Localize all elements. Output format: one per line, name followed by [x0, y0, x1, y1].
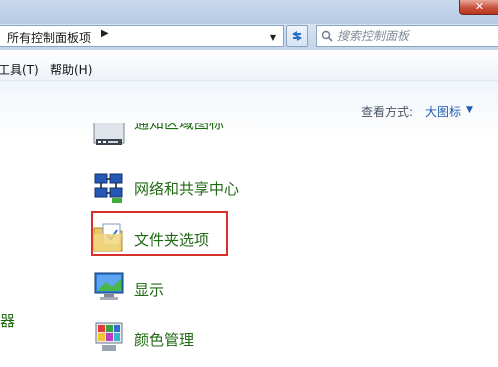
folder-options-icon [93, 223, 123, 252]
item-label: 文件夹选项 [134, 231, 210, 249]
close-icon: ✕ [474, 0, 485, 13]
notification-area-icon [93, 123, 125, 145]
search-icon [321, 30, 333, 42]
item-notification-area-icons[interactable]: 通知区域图标 [92, 123, 352, 157]
menu-tools[interactable]: 工具(T) [0, 61, 39, 78]
refresh-button[interactable] [286, 25, 308, 47]
view-by-caret-icon[interactable]: ▼ [466, 105, 473, 115]
refresh-icon [292, 31, 302, 41]
close-button[interactable]: ✕ [459, 0, 498, 15]
left-column-item-label[interactable]: 器 [0, 310, 15, 331]
item-folder-options[interactable]: 文件夹选项 [92, 220, 352, 260]
item-label: 网络和共享中心 [134, 180, 240, 198]
item-display[interactable]: 显示 [92, 270, 352, 310]
item-label: 通知区域图标 [134, 123, 225, 132]
navigation-bar: 所有控制面板项 ▶ ▼ [0, 24, 498, 50]
display-icon [94, 272, 124, 300]
item-label: 颜色管理 [134, 331, 195, 349]
view-by-label: 查看方式: [361, 105, 414, 119]
content-area: 查看方式: 大图标 ▼ 器 通知区域图标 网络和共享中心 文件夹选项 显示 颜色… [0, 81, 498, 367]
search-input[interactable] [337, 27, 495, 45]
search-box[interactable] [316, 25, 498, 47]
breadcrumb-arrow-icon[interactable]: ▶ [101, 28, 109, 39]
window-title-bar: ✕ [0, 0, 498, 24]
view-by-dropdown[interactable]: 大图标 [425, 103, 461, 120]
address-history-dropdown-icon[interactable]: ▼ [266, 30, 280, 44]
breadcrumb-all-control-panel-items[interactable]: 所有控制面板项 [7, 29, 91, 46]
menu-bar: 工具(T) 帮助(H) [0, 56, 498, 81]
color-management-icon [95, 322, 123, 351]
menu-help[interactable]: 帮助(H) [50, 61, 92, 78]
item-network-sharing-center[interactable]: 网络和共享中心 [92, 171, 352, 211]
network-sharing-icon [94, 173, 123, 203]
item-color-management[interactable]: 颜色管理 [92, 320, 352, 360]
address-bar[interactable]: 所有控制面板项 ▶ ▼ [0, 25, 284, 47]
item-label: 显示 [134, 281, 165, 299]
